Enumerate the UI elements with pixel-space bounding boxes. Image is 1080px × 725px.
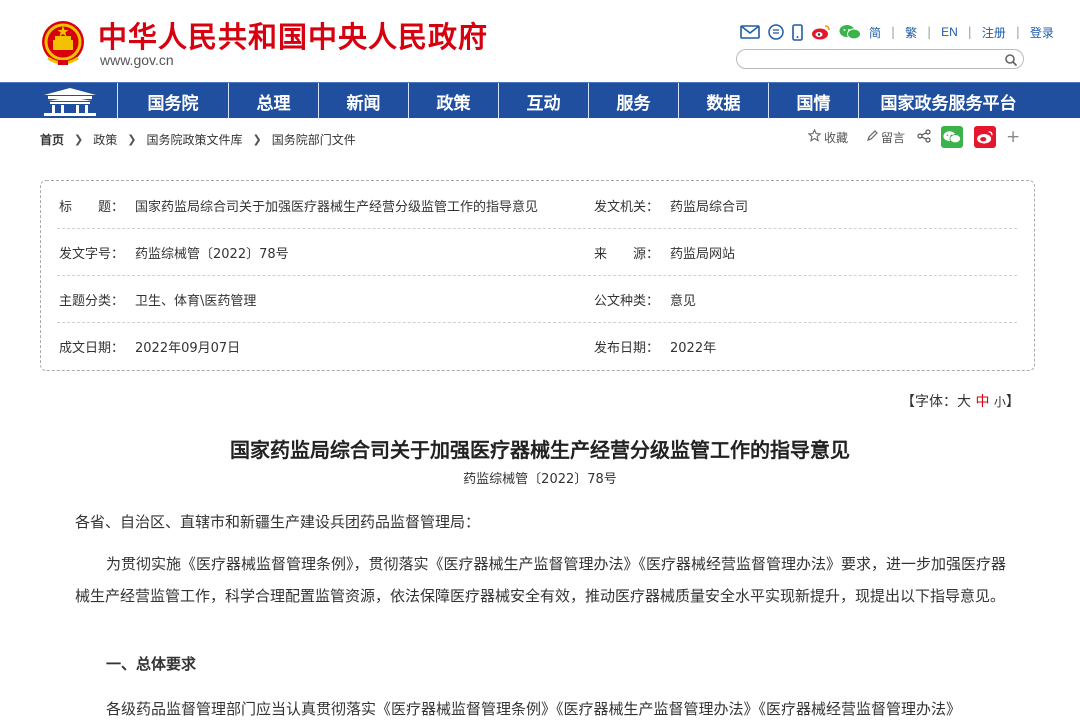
info-label: 发文机关： xyxy=(594,200,660,215)
info-value-doc-number: 药监综械管〔2022〕78号 xyxy=(135,247,289,262)
share-wechat-icon[interactable] xyxy=(941,126,964,148)
nav-item-services[interactable]: 服务 xyxy=(588,83,678,119)
info-value-title: 国家药监局综合司关于加强医疗器械生产经营分级监管工作的指导意见 xyxy=(135,200,539,215)
font-size-large-button[interactable]: 大 xyxy=(957,394,971,410)
lang-english-link[interactable]: EN xyxy=(941,25,958,39)
info-label: 标 题： xyxy=(59,200,125,215)
home-gate-icon[interactable] xyxy=(38,85,102,117)
separator: | xyxy=(1015,25,1020,39)
main-nav: 国务院 总理 新闻 政策 互动 服务 数据 国情 国家政务服务平台 xyxy=(0,82,1080,119)
share-icon[interactable] xyxy=(917,128,931,146)
site-url: www.gov.cn xyxy=(100,52,174,68)
nav-item-data[interactable]: 数据 xyxy=(678,83,768,119)
plus-icon[interactable]: + xyxy=(1006,127,1020,147)
star-icon xyxy=(807,128,822,145)
info-label: 公文种类： xyxy=(594,294,660,309)
info-value-publish-date: 2022年 xyxy=(670,341,717,356)
article-salutation: 各省、自治区、直辖市和新疆生产建设兵团药品监督管理局： xyxy=(75,513,481,531)
info-label: 发布日期： xyxy=(594,341,660,356)
chevron-right-icon: ❯ xyxy=(74,133,84,146)
favorite-button[interactable]: 收藏 xyxy=(807,128,849,146)
info-value-category: 卫生、体育\医药管理 xyxy=(135,294,257,309)
info-label: 成文日期： xyxy=(59,341,125,356)
info-label: 主题分类： xyxy=(59,294,125,309)
section-heading: 一、总体要求 xyxy=(106,655,197,673)
wechat-icon[interactable] xyxy=(839,24,861,40)
favorite-label: 收藏 xyxy=(824,130,849,145)
info-row: 主题分类： 卫生、体育\医药管理 公文种类： 意见 xyxy=(57,276,1017,323)
font-size-close: 】 xyxy=(1005,394,1020,410)
article-doc-number: 药监综械管〔2022〕78号 xyxy=(463,472,617,487)
info-label: 来 源： xyxy=(594,247,660,262)
site-title[interactable]: 中华人民共和国中央人民政府 xyxy=(98,14,488,56)
mail-icon[interactable] xyxy=(740,25,760,39)
header-tools: 简 | 繁 | EN | 注册 | 登录 xyxy=(740,20,1054,44)
search-input[interactable] xyxy=(747,52,997,66)
lang-simplified-link[interactable]: 简 xyxy=(869,24,881,41)
font-size-open: 【字体： xyxy=(901,394,957,410)
message-icon[interactable] xyxy=(768,24,784,40)
font-size-switcher: 【字体：大 中 小】 xyxy=(901,391,1020,411)
font-size-small-button[interactable]: 小 xyxy=(994,395,1006,409)
breadcrumb-home[interactable]: 首页 xyxy=(40,131,64,148)
nav-item-interaction[interactable]: 互动 xyxy=(498,83,588,119)
chevron-right-icon: ❯ xyxy=(252,133,262,146)
breadcrumb-department-files[interactable]: 国务院部门文件 xyxy=(272,131,356,148)
national-emblem-icon[interactable] xyxy=(40,18,86,68)
info-row: 发文字号： 药监综械管〔2022〕78号 来 源： 药监局网站 xyxy=(57,229,1017,276)
info-value-issuer: 药监局综合司 xyxy=(670,200,749,215)
separator: | xyxy=(891,25,896,39)
lang-traditional-link[interactable]: 繁 xyxy=(905,24,917,41)
comment-label: 留言 xyxy=(881,130,906,145)
breadcrumb-policy-library[interactable]: 国务院政策文件库 xyxy=(146,131,242,148)
section-paragraph: 各级药品监督管理部门应当认真贯彻落实《医疗器械监督管理条例》《医疗器械生产监督管… xyxy=(106,700,962,718)
nav-items: 国务院 总理 新闻 政策 互动 服务 数据 国情 国家政务服务平台 xyxy=(117,83,1038,119)
info-row: 标 题： 国家药监局综合司关于加强医疗器械生产经营分级监管工作的指导意见 发文机… xyxy=(57,182,1017,229)
article-intro-paragraph: 为贯彻实施《医疗器械监督管理条例》，贯彻落实《医疗器械生产监督管理办法》《医疗器… xyxy=(75,555,1007,605)
info-row: 成文日期： 2022年09月07日 发布日期： 2022年 xyxy=(57,323,1017,370)
article-title: 国家药监局综合司关于加强医疗器械生产经营分级监管工作的指导意见 xyxy=(230,438,850,462)
font-size-medium-button[interactable]: 中 xyxy=(975,394,989,410)
nav-item-national-info[interactable]: 国情 xyxy=(768,83,858,119)
nav-item-gov-service-platform[interactable]: 国家政务服务平台 xyxy=(858,83,1038,119)
document-info-box: 标 题： 国家药监局综合司关于加强医疗器械生产经营分级监管工作的指导意见 发文机… xyxy=(40,180,1035,371)
separator: | xyxy=(967,25,972,39)
nav-item-news[interactable]: 新闻 xyxy=(318,83,408,119)
share-toolbar: 收藏 留言 + xyxy=(807,126,1020,148)
info-value-source: 药监局网站 xyxy=(670,247,736,262)
share-weibo-icon[interactable] xyxy=(974,126,997,148)
search-box xyxy=(736,49,1024,69)
weibo-icon[interactable] xyxy=(811,24,831,40)
separator: | xyxy=(927,25,932,39)
mobile-icon[interactable] xyxy=(792,23,803,41)
chevron-right-icon: ❯ xyxy=(127,133,137,146)
info-value-written-date: 2022年09月07日 xyxy=(135,341,241,356)
nav-item-policy[interactable]: 政策 xyxy=(408,83,498,119)
info-value-doc-type: 意见 xyxy=(670,294,697,309)
register-link[interactable]: 注册 xyxy=(982,24,1006,41)
info-label: 发文字号： xyxy=(59,247,125,262)
pencil-icon xyxy=(866,129,878,145)
nav-item-premier[interactable]: 总理 xyxy=(228,83,318,119)
breadcrumb: 首页 ❯ 政策 ❯ 国务院政策文件库 ❯ 国务院部门文件 xyxy=(40,131,356,148)
breadcrumb-policy[interactable]: 政策 xyxy=(93,131,117,148)
site-header: 中华人民共和国中央人民政府 www.gov.cn 简 | 繁 | EN | 注册… xyxy=(0,0,1080,82)
search-icon[interactable] xyxy=(1004,52,1018,71)
nav-item-state-council[interactable]: 国务院 xyxy=(117,83,228,119)
comment-button[interactable]: 留言 xyxy=(866,129,905,146)
login-link[interactable]: 登录 xyxy=(1030,24,1054,41)
